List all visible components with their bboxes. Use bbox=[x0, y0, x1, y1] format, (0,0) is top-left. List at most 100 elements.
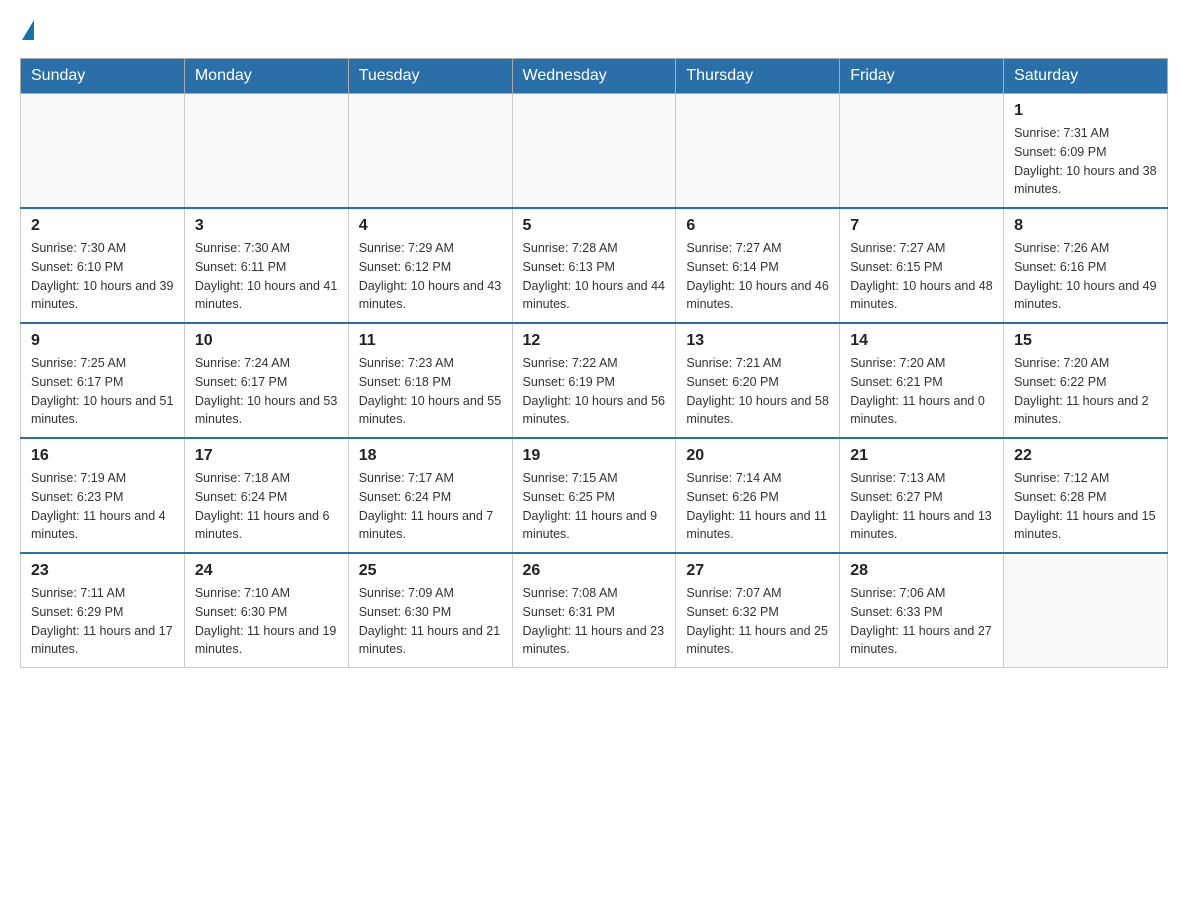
day-sun-info: Sunrise: 7:29 AMSunset: 6:12 PMDaylight:… bbox=[359, 239, 502, 314]
day-sun-info: Sunrise: 7:12 AMSunset: 6:28 PMDaylight:… bbox=[1014, 469, 1157, 544]
calendar-cell bbox=[1004, 553, 1168, 668]
calendar-cell: 18 Sunrise: 7:17 AMSunset: 6:24 PMDayligh… bbox=[348, 438, 512, 553]
day-sun-info: Sunrise: 7:08 AMSunset: 6:31 PMDaylight:… bbox=[523, 584, 666, 659]
day-sun-info: Sunrise: 7:09 AMSunset: 6:30 PMDaylight:… bbox=[359, 584, 502, 659]
calendar-cell: 24 Sunrise: 7:10 AMSunset: 6:30 PMDayligh… bbox=[184, 553, 348, 668]
logo-triangle-icon bbox=[22, 20, 34, 40]
day-sun-info: Sunrise: 7:17 AMSunset: 6:24 PMDaylight:… bbox=[359, 469, 502, 544]
calendar-week-row: 2 Sunrise: 7:30 AMSunset: 6:10 PMDaylight… bbox=[21, 208, 1168, 323]
day-number: 9 bbox=[31, 332, 174, 350]
day-sun-info: Sunrise: 7:22 AMSunset: 6:19 PMDaylight:… bbox=[523, 354, 666, 429]
day-sun-info: Sunrise: 7:21 AMSunset: 6:20 PMDaylight:… bbox=[686, 354, 829, 429]
calendar-cell: 23Sunrise: 7:11 AMSunset: 6:29 PMDayligh… bbox=[21, 553, 185, 668]
day-header-friday: Friday bbox=[840, 59, 1004, 94]
calendar-table: SundayMondayTuesdayWednesdayThursdayFrid… bbox=[20, 58, 1168, 668]
day-number: 24 bbox=[195, 562, 338, 580]
day-sun-info: Sunrise: 7:23 AMSunset: 6:18 PMDaylight:… bbox=[359, 354, 502, 429]
day-number: 25 bbox=[359, 562, 502, 580]
day-number: 19 bbox=[523, 447, 666, 465]
day-number: 23 bbox=[31, 562, 174, 580]
day-sun-info: Sunrise: 7:28 AMSunset: 6:13 PMDaylight:… bbox=[523, 239, 666, 314]
day-sun-info: Sunrise: 7:25 AMSunset: 6:17 PMDaylight:… bbox=[31, 354, 174, 429]
day-number: 8 bbox=[1014, 217, 1157, 235]
day-header-wednesday: Wednesday bbox=[512, 59, 676, 94]
calendar-cell bbox=[676, 94, 840, 209]
day-sun-info: Sunrise: 7:31 AMSunset: 6:09 PMDaylight:… bbox=[1014, 124, 1157, 199]
calendar-week-row: 16 Sunrise: 7:19 AMSunset: 6:23 PMDayligh… bbox=[21, 438, 1168, 553]
day-sun-info: Sunrise: 7:20 AMSunset: 6:21 PMDaylight:… bbox=[850, 354, 993, 429]
calendar-cell: 9 Sunrise: 7:25 AMSunset: 6:17 PMDaylight… bbox=[21, 323, 185, 438]
day-number: 5 bbox=[523, 217, 666, 235]
calendar-cell: 22 Sunrise: 7:12 AMSunset: 6:28 PMDayligh… bbox=[1004, 438, 1168, 553]
day-number: 16 bbox=[31, 447, 174, 465]
day-number: 11 bbox=[359, 332, 502, 350]
day-number: 7 bbox=[850, 217, 993, 235]
day-number: 12 bbox=[523, 332, 666, 350]
calendar-cell: 13 Sunrise: 7:21 AMSunset: 6:20 PMDayligh… bbox=[676, 323, 840, 438]
calendar-week-row: 23Sunrise: 7:11 AMSunset: 6:29 PMDayligh… bbox=[21, 553, 1168, 668]
calendar-cell: 4Sunrise: 7:29 AMSunset: 6:12 PMDaylight… bbox=[348, 208, 512, 323]
calendar-cell: 27 Sunrise: 7:07 AMSunset: 6:32 PMDayligh… bbox=[676, 553, 840, 668]
day-sun-info: Sunrise: 7:26 AMSunset: 6:16 PMDaylight:… bbox=[1014, 239, 1157, 314]
day-number: 20 bbox=[686, 447, 829, 465]
day-number: 18 bbox=[359, 447, 502, 465]
day-number: 26 bbox=[523, 562, 666, 580]
day-sun-info: Sunrise: 7:15 AMSunset: 6:25 PMDaylight:… bbox=[523, 469, 666, 544]
calendar-header-row: SundayMondayTuesdayWednesdayThursdayFrid… bbox=[21, 59, 1168, 94]
calendar-cell: 3 Sunrise: 7:30 AMSunset: 6:11 PMDaylight… bbox=[184, 208, 348, 323]
day-sun-info: Sunrise: 7:30 AMSunset: 6:10 PMDaylight:… bbox=[31, 239, 174, 314]
calendar-cell bbox=[21, 94, 185, 209]
calendar-cell: 17 Sunrise: 7:18 AMSunset: 6:24 PMDayligh… bbox=[184, 438, 348, 553]
day-sun-info: Sunrise: 7:14 AMSunset: 6:26 PMDaylight:… bbox=[686, 469, 829, 544]
day-number: 27 bbox=[686, 562, 829, 580]
calendar-cell: 14 Sunrise: 7:20 AMSunset: 6:21 PMDayligh… bbox=[840, 323, 1004, 438]
day-number: 3 bbox=[195, 217, 338, 235]
day-sun-info: Sunrise: 7:30 AMSunset: 6:11 PMDaylight:… bbox=[195, 239, 338, 314]
calendar-cell: 8 Sunrise: 7:26 AMSunset: 6:16 PMDaylight… bbox=[1004, 208, 1168, 323]
calendar-cell: 15Sunrise: 7:20 AMSunset: 6:22 PMDayligh… bbox=[1004, 323, 1168, 438]
day-sun-info: Sunrise: 7:19 AMSunset: 6:23 PMDaylight:… bbox=[31, 469, 174, 544]
day-sun-info: Sunrise: 7:06 AMSunset: 6:33 PMDaylight:… bbox=[850, 584, 993, 659]
calendar-cell: 12 Sunrise: 7:22 AMSunset: 6:19 PMDayligh… bbox=[512, 323, 676, 438]
calendar-cell: 10 Sunrise: 7:24 AMSunset: 6:17 PMDayligh… bbox=[184, 323, 348, 438]
calendar-week-row: 9 Sunrise: 7:25 AMSunset: 6:17 PMDaylight… bbox=[21, 323, 1168, 438]
day-sun-info: Sunrise: 7:10 AMSunset: 6:30 PMDaylight:… bbox=[195, 584, 338, 659]
calendar-cell: 20 Sunrise: 7:14 AMSunset: 6:26 PMDayligh… bbox=[676, 438, 840, 553]
calendar-week-row: 1 Sunrise: 7:31 AMSunset: 6:09 PMDaylight… bbox=[21, 94, 1168, 209]
calendar-cell: 16 Sunrise: 7:19 AMSunset: 6:23 PMDayligh… bbox=[21, 438, 185, 553]
calendar-cell: 19 Sunrise: 7:15 AMSunset: 6:25 PMDayligh… bbox=[512, 438, 676, 553]
day-number: 2 bbox=[31, 217, 174, 235]
calendar-cell: 21 Sunrise: 7:13 AMSunset: 6:27 PMDayligh… bbox=[840, 438, 1004, 553]
day-sun-info: Sunrise: 7:27 AMSunset: 6:14 PMDaylight:… bbox=[686, 239, 829, 314]
day-header-sunday: Sunday bbox=[21, 59, 185, 94]
day-number: 15 bbox=[1014, 332, 1157, 350]
day-sun-info: Sunrise: 7:13 AMSunset: 6:27 PMDaylight:… bbox=[850, 469, 993, 544]
day-number: 1 bbox=[1014, 102, 1157, 120]
calendar-cell: 28 Sunrise: 7:06 AMSunset: 6:33 PMDayligh… bbox=[840, 553, 1004, 668]
day-header-thursday: Thursday bbox=[676, 59, 840, 94]
day-number: 21 bbox=[850, 447, 993, 465]
day-number: 13 bbox=[686, 332, 829, 350]
day-header-monday: Monday bbox=[184, 59, 348, 94]
calendar-cell: 26 Sunrise: 7:08 AMSunset: 6:31 PMDayligh… bbox=[512, 553, 676, 668]
day-number: 22 bbox=[1014, 447, 1157, 465]
calendar-cell: 6 Sunrise: 7:27 AMSunset: 6:14 PMDaylight… bbox=[676, 208, 840, 323]
day-number: 17 bbox=[195, 447, 338, 465]
day-number: 14 bbox=[850, 332, 993, 350]
day-number: 6 bbox=[686, 217, 829, 235]
day-sun-info: Sunrise: 7:07 AMSunset: 6:32 PMDaylight:… bbox=[686, 584, 829, 659]
day-number: 10 bbox=[195, 332, 338, 350]
calendar-cell bbox=[184, 94, 348, 209]
day-sun-info: Sunrise: 7:24 AMSunset: 6:17 PMDaylight:… bbox=[195, 354, 338, 429]
day-number: 28 bbox=[850, 562, 993, 580]
calendar-cell bbox=[840, 94, 1004, 209]
calendar-cell: 25 Sunrise: 7:09 AMSunset: 6:30 PMDayligh… bbox=[348, 553, 512, 668]
day-sun-info: Sunrise: 7:18 AMSunset: 6:24 PMDaylight:… bbox=[195, 469, 338, 544]
day-header-saturday: Saturday bbox=[1004, 59, 1168, 94]
calendar-cell: 2 Sunrise: 7:30 AMSunset: 6:10 PMDaylight… bbox=[21, 208, 185, 323]
calendar-cell: 11 Sunrise: 7:23 AMSunset: 6:18 PMDayligh… bbox=[348, 323, 512, 438]
day-sun-info: Sunrise: 7:27 AMSunset: 6:15 PMDaylight:… bbox=[850, 239, 993, 314]
page-header bbox=[20, 20, 1168, 42]
logo bbox=[20, 20, 34, 42]
calendar-cell: 5 Sunrise: 7:28 AMSunset: 6:13 PMDaylight… bbox=[512, 208, 676, 323]
